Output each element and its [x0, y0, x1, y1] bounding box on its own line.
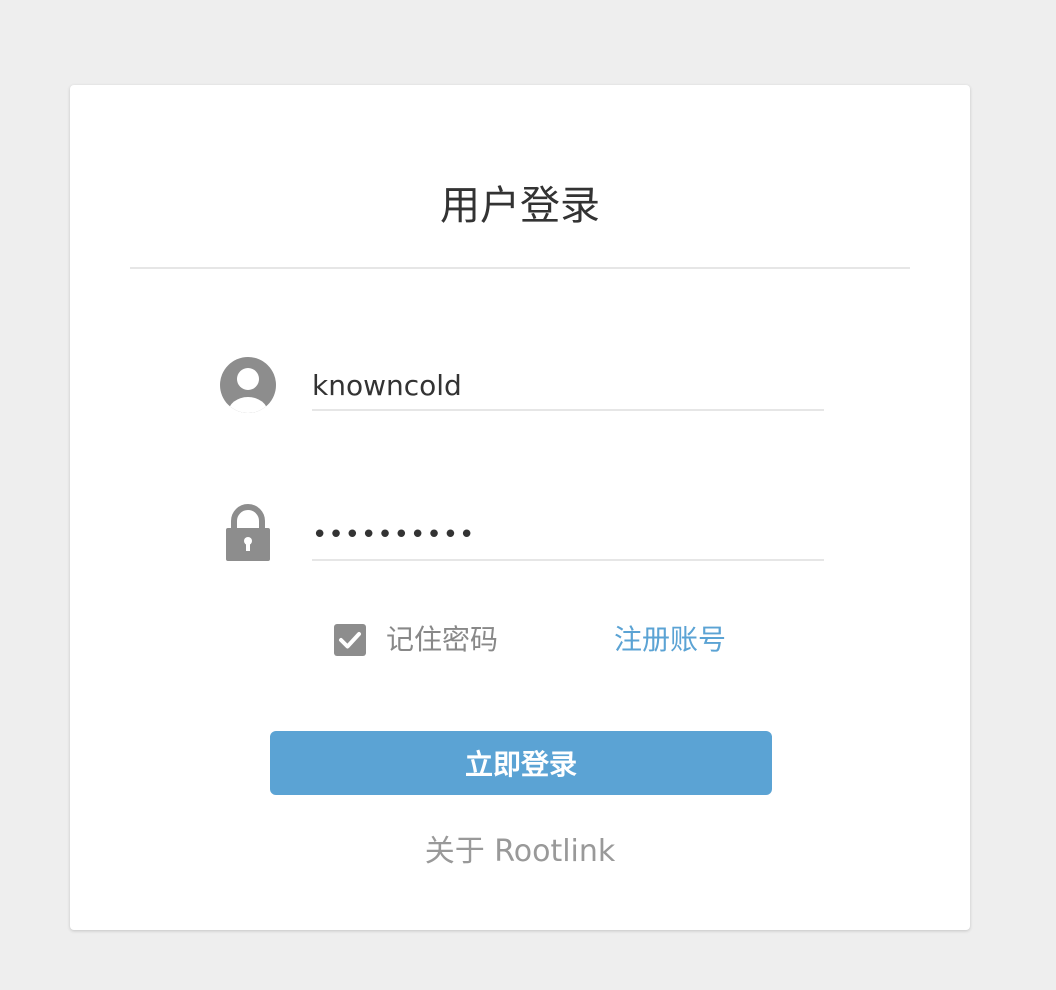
login-card: 用户登录 记住密码 注册账号 立即登录 关于 Rootlink [70, 85, 970, 930]
register-link[interactable]: 注册账号 [614, 620, 726, 660]
username-input[interactable] [312, 361, 824, 411]
lock-icon [220, 503, 276, 563]
password-input[interactable] [312, 511, 824, 561]
title-divider [130, 267, 910, 269]
page-title: 用户登录 [440, 183, 600, 229]
remember-checkbox[interactable] [334, 624, 366, 656]
remember-password-label[interactable]: 记住密码 [386, 620, 498, 660]
login-button[interactable]: 立即登录 [270, 731, 772, 795]
about-link[interactable]: 关于 Rootlink [70, 830, 970, 874]
checkmark-icon [339, 632, 361, 649]
user-avatar-icon [218, 355, 278, 415]
